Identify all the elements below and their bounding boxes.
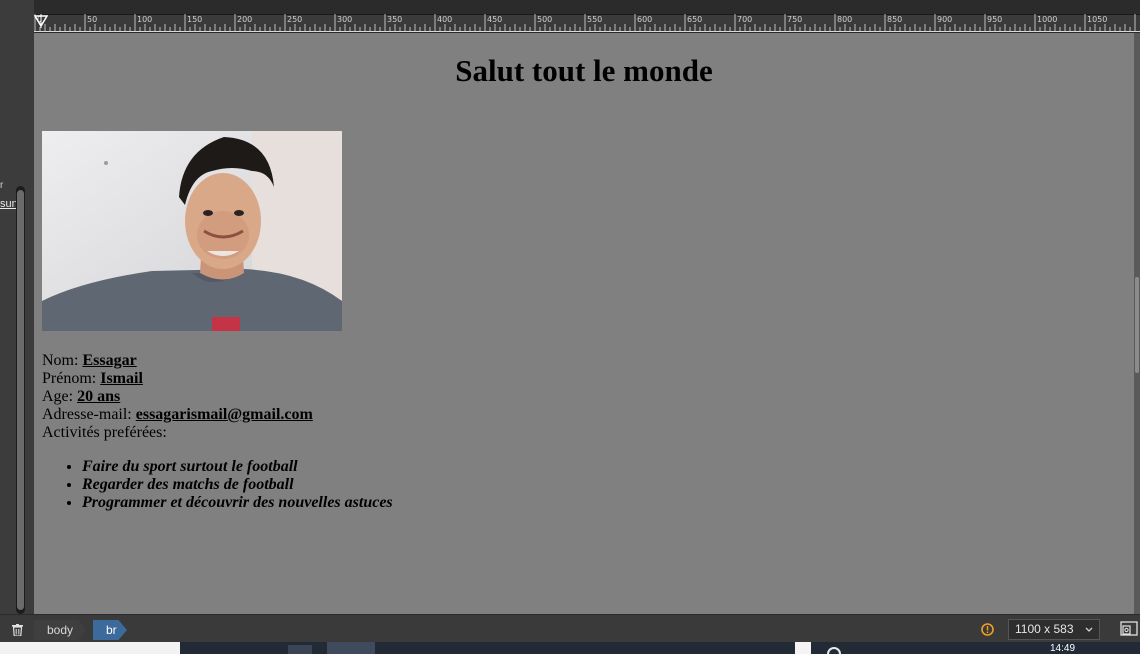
chevron-down-icon — [1085, 627, 1093, 632]
info-label: Adresse-mail: — [42, 406, 136, 423]
ruler-marker-icon[interactable] — [34, 14, 48, 28]
editor-window: r sun 0 50 100 150 200 250 300 350 400 450 500 550 6… — [0, 0, 1140, 654]
ruler-label: 700 — [737, 15, 752, 24]
activities-label: Activités preférées: — [42, 424, 167, 441]
device-preview-icon[interactable] — [1120, 621, 1138, 637]
list-item: Programmer et découvrir des nouvelles as… — [82, 494, 393, 512]
activities-list: Faire du sport surtout le football Regar… — [82, 458, 393, 512]
ruler-ticks: 0 50 100 150 200 250 300 350 400 450 500 550 600 650 7… — [34, 14, 1136, 31]
ruler-label: 100 — [137, 15, 152, 24]
info-row-age: Age: 20 ans — [42, 388, 313, 406]
page-heading: Salut tout le monde — [455, 53, 713, 88]
info-row-email: Adresse-mail: essagarismail@gmail.com — [42, 406, 313, 424]
info-label: Age: — [42, 388, 78, 405]
breadcrumb-tag-br[interactable]: br — [93, 620, 127, 640]
info-row-prenom: Prénom: Ismail — [42, 370, 313, 388]
taskbar-clock[interactable]: 14:49 — [1050, 644, 1075, 654]
info-row-nom: Nom: Essagar — [42, 352, 313, 370]
left-panel: r sun — [0, 0, 34, 614]
trash-icon[interactable] — [12, 624, 23, 636]
ruler-label: 400 — [437, 15, 452, 24]
ruler-label: 250 — [287, 15, 302, 24]
ruler-label: 150 — [187, 15, 202, 24]
taskbar-app-icon[interactable] — [288, 645, 312, 654]
ruler-label: 200 — [237, 15, 252, 24]
info-value[interactable]: Ismail — [100, 370, 143, 387]
info-label: Nom: — [42, 352, 83, 369]
status-bar: body br 1100 x 583 — [0, 614, 1140, 642]
left-panel-scroll-thumb[interactable] — [17, 190, 24, 610]
taskbar-tray-icon[interactable] — [795, 642, 811, 654]
horizontal-ruler: 0 50 100 150 200 250 300 350 400 450 500 550 600 650 7… — [34, 0, 1140, 32]
ruler-label: 350 — [387, 15, 402, 24]
list-item: Regarder des matchs de football — [82, 476, 393, 494]
profile-photo — [42, 131, 342, 331]
ruler-label: 900 — [937, 15, 952, 24]
list-item: Faire du sport surtout le football — [82, 458, 393, 476]
left-panel-fragment: r — [0, 180, 4, 191]
ruler-label: 50 — [87, 15, 97, 24]
info-value[interactable]: Essagar — [82, 352, 136, 369]
viewport-size-value: 1100 x 583 — [1015, 622, 1074, 636]
ruler-label: 750 — [787, 15, 802, 24]
ruler-label: 800 — [837, 15, 852, 24]
breadcrumb-tag-body[interactable]: body — [34, 620, 86, 640]
warning-icon[interactable] — [981, 623, 994, 636]
design-view-scroll-thumb[interactable] — [1135, 277, 1139, 373]
info-value[interactable]: 20 ans — [77, 388, 120, 405]
ruler-label: 500 — [537, 15, 552, 24]
ruler-label: 650 — [687, 15, 702, 24]
ruler-label: 300 — [337, 15, 352, 24]
ruler-label: 550 — [587, 15, 602, 24]
ruler-label: 1000 — [1037, 15, 1057, 24]
ruler-label: 850 — [887, 15, 902, 24]
taskbar-app-icon-active[interactable] — [327, 642, 375, 654]
os-taskbar: 14:49 — [0, 642, 1140, 654]
taskbar-network-icon[interactable] — [827, 647, 841, 654]
design-view-scrollbar[interactable] — [1134, 33, 1140, 614]
ruler-label: 600 — [637, 15, 652, 24]
viewport-size-select[interactable]: 1100 x 583 — [1008, 619, 1100, 640]
ruler-label: 950 — [987, 15, 1002, 24]
ruler-label: 1050 — [1087, 15, 1107, 24]
profile-info: Nom: Essagar Prénom: Ismail Age: 20 ans … — [42, 352, 313, 442]
ruler-label: 450 — [487, 15, 502, 24]
info-label: Prénom: — [42, 370, 101, 387]
taskbar-search-area[interactable] — [0, 642, 180, 654]
left-panel-scrollbar[interactable] — [16, 186, 25, 614]
design-view[interactable]: Salut tout le monde Nom: Essagar Prénom:… — [34, 33, 1134, 614]
info-value[interactable]: essagarismail@gmail.com — [136, 406, 313, 423]
